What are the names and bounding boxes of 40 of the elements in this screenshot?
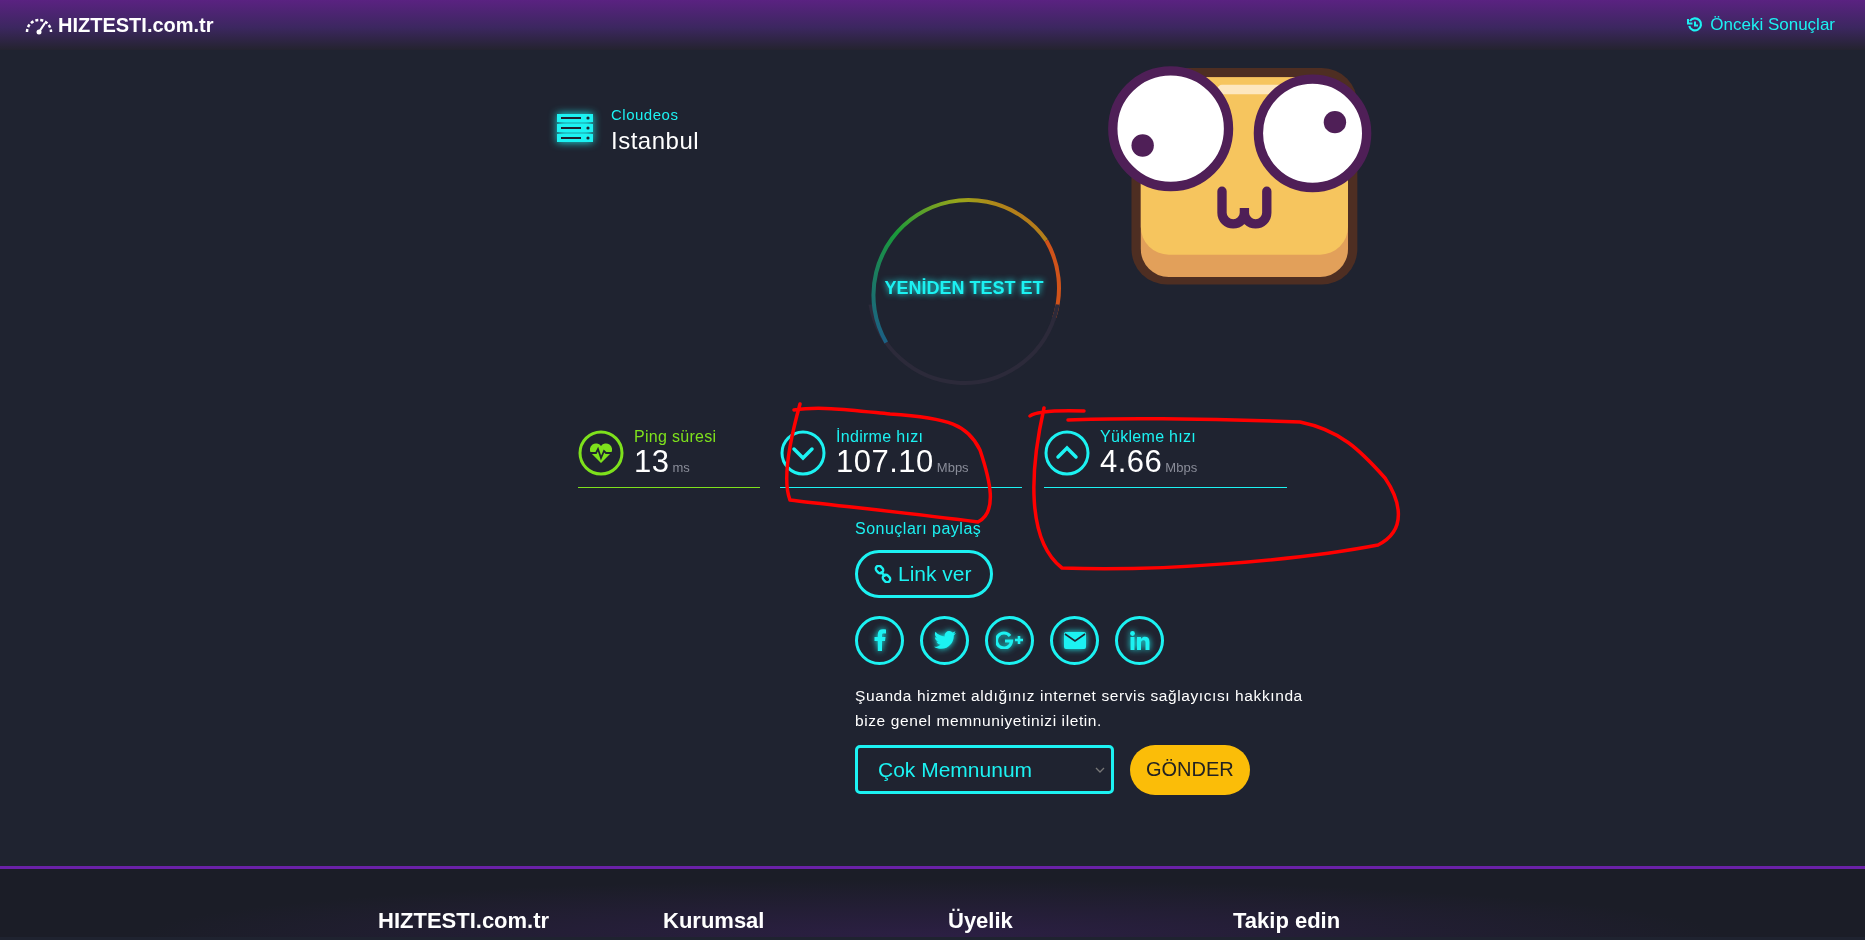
footer-heading: Üyelik <box>948 909 1014 935</box>
metric-value: 13 <box>634 446 670 479</box>
metric-value: 4.66 <box>1100 446 1163 479</box>
email-share-button[interactable] <box>1050 615 1099 665</box>
site-logo[interactable]: HIZTESTI.com.tr <box>24 13 214 37</box>
metric-value: 107.10 <box>836 446 934 479</box>
footer-heading: HIZTESTI.com.tr <box>378 909 551 935</box>
google-plus-icon <box>995 631 1024 650</box>
satisfaction-dropdown[interactable]: Çok Memnunum <box>855 745 1114 795</box>
google-plus-share-button[interactable] <box>985 615 1034 665</box>
chevron-up-icon <box>1044 430 1090 477</box>
share-title: Sonuçları paylaş <box>855 519 982 538</box>
heart-rate-icon <box>578 430 624 477</box>
linkedin-icon <box>1129 630 1150 650</box>
link-button[interactable]: Link ver <box>855 549 993 598</box>
metric-label: Ping süresi <box>634 428 717 446</box>
linkedin-share-button[interactable] <box>1115 615 1164 665</box>
metric-unit: Mbps <box>936 460 969 475</box>
metric-unit: ms <box>672 460 690 475</box>
previous-results-link[interactable]: Önceki Sonuçlar <box>1687 15 1835 35</box>
chevron-down-icon <box>1095 766 1105 773</box>
feedback-prompt: Şuanda hizmet aldığınız internet servis sağlayıcısı hakkında bize genel memnuniyetinizi iletin. <box>855 685 1304 731</box>
server-city: Istanbul <box>611 127 700 155</box>
server-icon <box>557 114 593 144</box>
footer-heading: Kurumsal <box>663 909 766 935</box>
metric-label: Yükleme hızı <box>1100 428 1198 446</box>
metric-unit: Mbps <box>1165 460 1198 475</box>
facebook-icon <box>873 629 886 652</box>
envelope-icon <box>1063 631 1086 649</box>
metric-label: İndirme hızı <box>836 428 925 446</box>
twitter-share-button[interactable] <box>920 615 969 665</box>
server-provider: Cloudeos <box>611 106 680 123</box>
chevron-down-icon <box>780 430 826 477</box>
link-icon <box>874 564 892 583</box>
retest-button[interactable]: YENİDEN TEST ET <box>866 190 1062 386</box>
bird-icon <box>933 631 956 650</box>
history-icon <box>1687 17 1704 33</box>
send-button[interactable]: GÖNDER <box>1130 744 1250 795</box>
facebook-share-button[interactable] <box>855 615 904 665</box>
footer-heading: Takip edin <box>1233 909 1342 935</box>
